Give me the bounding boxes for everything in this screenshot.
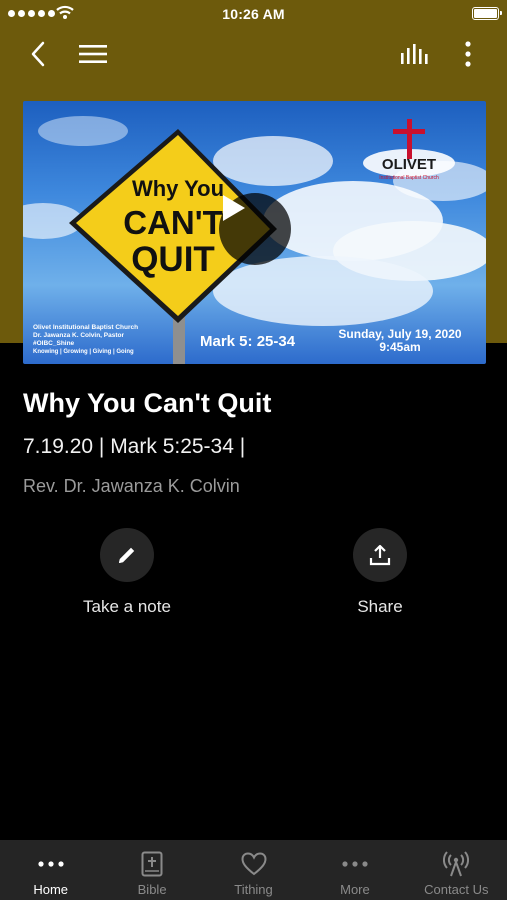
tab-home-label: Home xyxy=(33,882,69,897)
tab-tithing-label: Tithing xyxy=(234,882,273,897)
take-note-button[interactable]: Take a note xyxy=(47,528,207,617)
share-button-circle[interactable] xyxy=(353,528,407,582)
share-button[interactable]: Share xyxy=(300,528,460,617)
church-logo-text: OLIVET xyxy=(382,156,436,173)
church-info-line2: Dr. Jawanza K. Colvin, Pastor xyxy=(33,332,124,339)
vertical-dots-icon xyxy=(465,41,471,67)
chevron-left-icon xyxy=(31,41,45,67)
sign-post xyxy=(173,316,185,364)
battery-icon xyxy=(472,7,502,20)
sermon-subtitle: 7.19.20 | Mark 5:25-34 | xyxy=(23,435,246,458)
tab-bible[interactable]: Bible xyxy=(101,840,202,900)
dots-icon xyxy=(342,850,368,878)
hamburger-menu-icon xyxy=(79,45,107,63)
pencil-icon xyxy=(119,547,135,563)
sermon-video-thumbnail[interactable]: Why You CAN'T QUIT OLIVET Institutional … xyxy=(23,101,486,364)
note-button-circle[interactable] xyxy=(100,528,154,582)
sign-text-line2: CAN'T xyxy=(123,204,223,241)
share-upload-icon xyxy=(369,544,391,566)
sign-text-line3: QUIT xyxy=(131,240,215,279)
church-info-line1: Olivet Institutional Baptist Church xyxy=(33,324,138,331)
back-button[interactable] xyxy=(20,36,56,72)
sermon-speaker: Rev. Dr. Jawanza K. Colvin xyxy=(23,476,240,496)
service-date: Sunday, July 19, 2020 xyxy=(338,327,462,341)
dots-icon xyxy=(38,850,64,878)
tab-tithing[interactable]: Tithing xyxy=(203,840,304,900)
audio-levels-icon xyxy=(401,44,428,64)
more-options-button[interactable] xyxy=(450,36,486,72)
bible-icon xyxy=(141,850,163,878)
play-icon xyxy=(223,195,245,221)
scripture-reference: Mark 5: 25-34 xyxy=(200,333,296,350)
church-logo-subtext: Institutional Baptist Church xyxy=(379,175,439,181)
tab-contact-us-label: Contact Us xyxy=(424,882,489,897)
church-info-line4: Knowing | Growing | Giving | Going xyxy=(33,349,134,355)
heart-icon xyxy=(241,850,267,878)
navigation-bar xyxy=(0,30,507,76)
status-bar: 10:26 AM xyxy=(0,0,507,28)
play-button[interactable] xyxy=(219,193,291,265)
sign-text-line1: Why You xyxy=(132,176,224,201)
church-logo: OLIVET Institutional Baptist Church xyxy=(363,119,455,181)
menu-button[interactable] xyxy=(75,36,111,72)
tab-more-label: More xyxy=(340,882,370,897)
service-time: 9:45am xyxy=(379,340,420,354)
sermon-title: Why You Can't Quit xyxy=(23,388,272,418)
tab-contact-us[interactable]: Contact Us xyxy=(406,840,507,900)
status-time: 10:26 AM xyxy=(222,6,285,22)
take-note-label: Take a note xyxy=(83,597,171,616)
share-label: Share xyxy=(357,597,403,616)
audio-button[interactable] xyxy=(397,36,433,72)
tab-more[interactable]: More xyxy=(304,840,405,900)
church-info-line3: #OIBC_Shine xyxy=(33,340,75,347)
bottom-tab-bar: Home Bible Tithing More Contact Us xyxy=(0,840,507,900)
broadcast-icon xyxy=(443,850,470,878)
tab-home[interactable]: Home xyxy=(0,840,101,900)
tab-bible-label: Bible xyxy=(137,882,167,897)
